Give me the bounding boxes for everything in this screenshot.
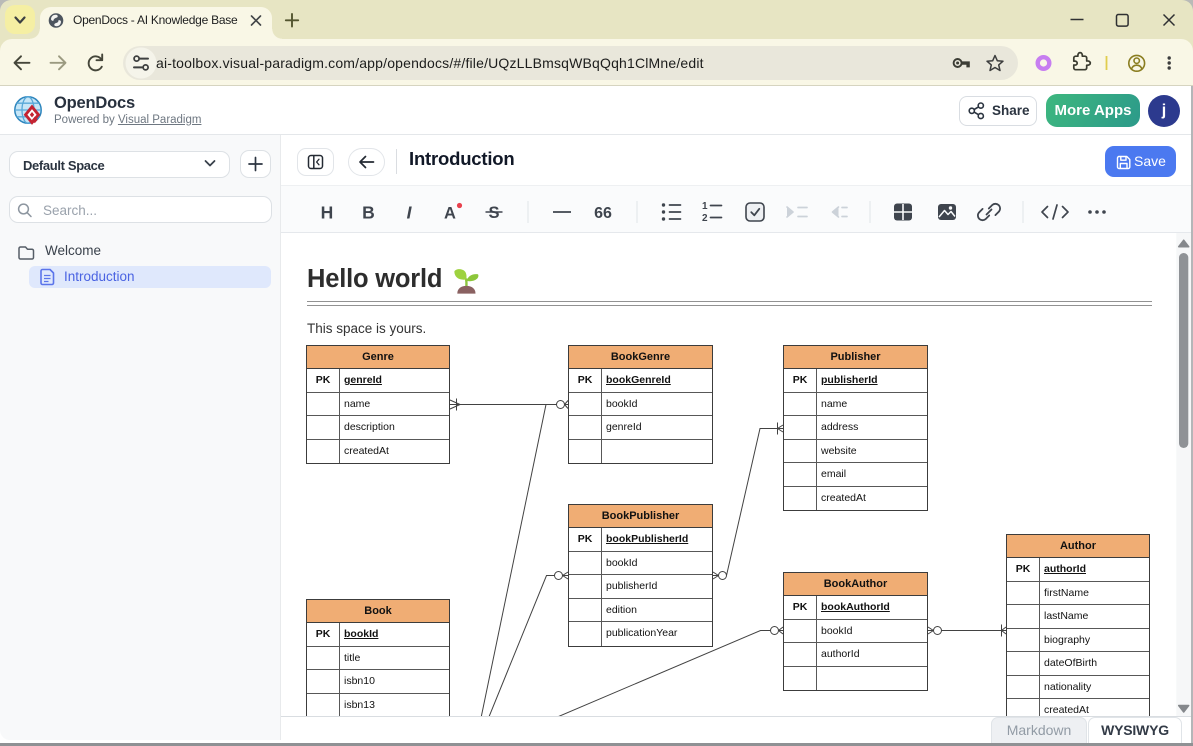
svg-text:1: 1 [702, 201, 708, 212]
svg-text:66: 66 [594, 205, 612, 222]
svg-text:I: I [407, 203, 413, 223]
svg-text:H: H [321, 203, 334, 223]
svg-text:S: S [488, 204, 499, 222]
svg-text:B: B [362, 203, 375, 223]
svg-text:2: 2 [702, 213, 708, 224]
svg-text:A: A [444, 205, 456, 223]
